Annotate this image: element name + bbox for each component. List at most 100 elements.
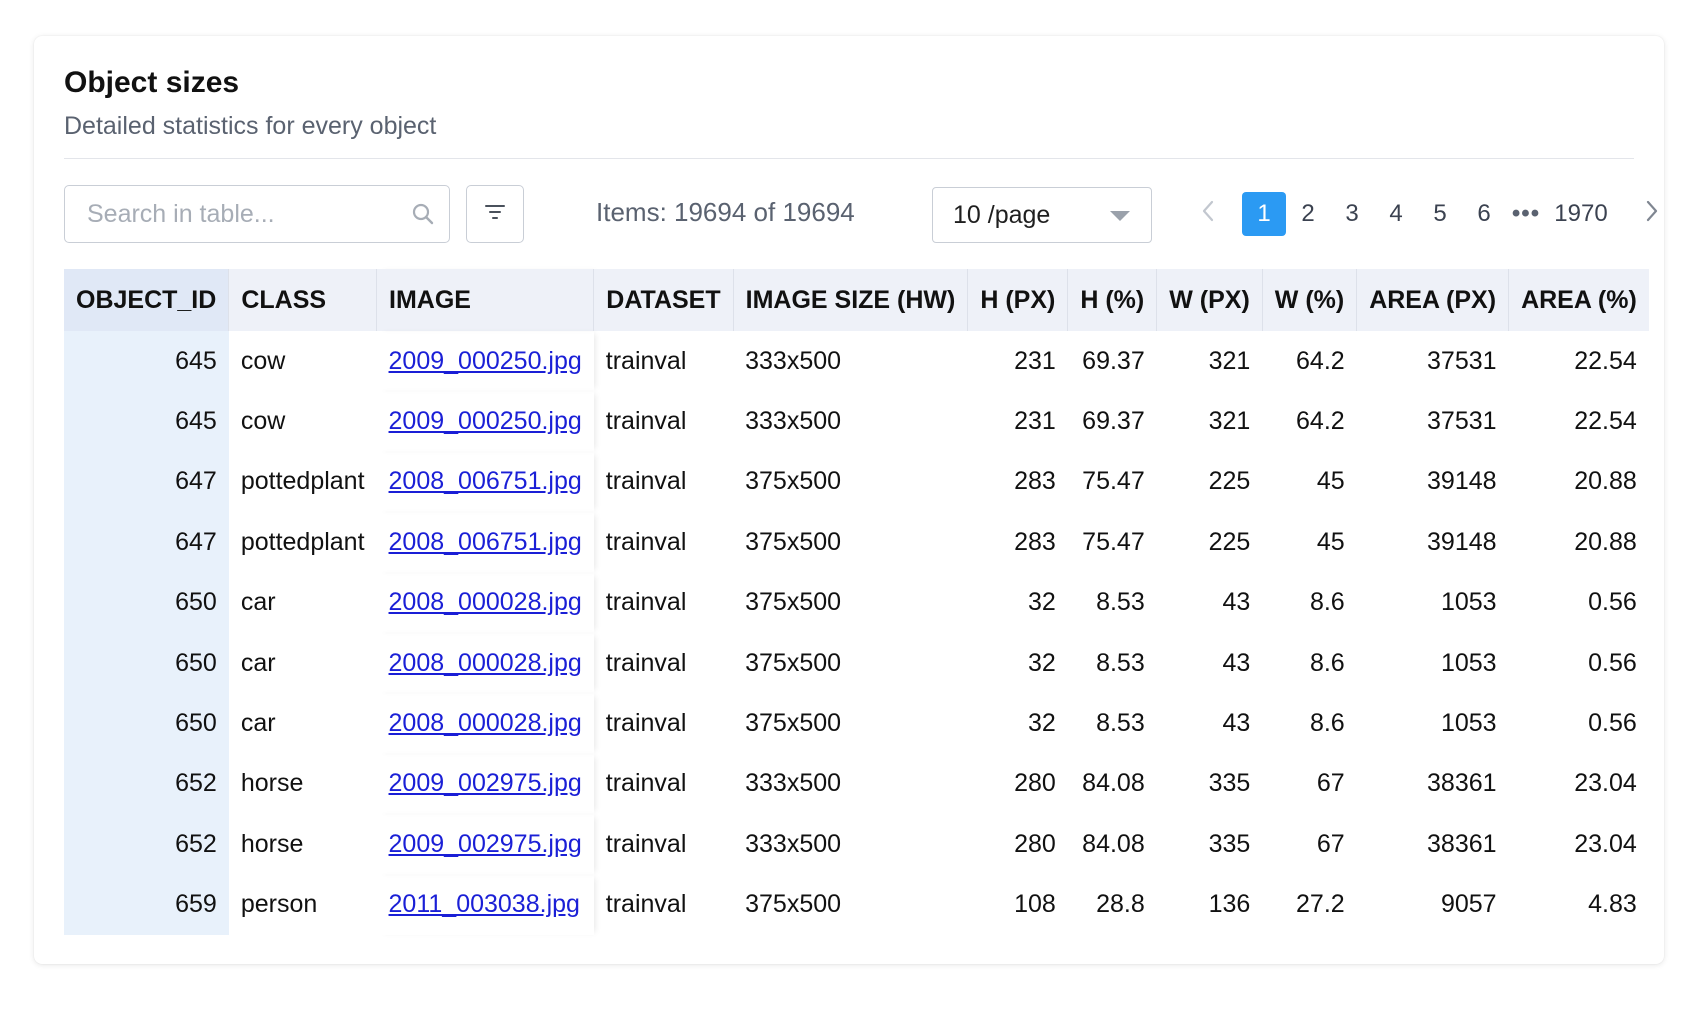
h-px-cell: 231 <box>1014 346 1056 375</box>
w-pct-cell: 64.2 <box>1296 346 1345 375</box>
table-row: 652 horse 2009_002975.jpg trainval 333x500 28… <box>64 814 1649 875</box>
image-cell: 2008_000028.jpg <box>377 693 594 753</box>
h-pct-cell: 8.53 <box>1096 709 1145 738</box>
w-pct-cell: 67 <box>1316 769 1345 798</box>
caret-down-icon <box>1109 201 1131 230</box>
image-link[interactable]: 2009_002975.jpg <box>389 769 582 797</box>
w-px-cell: 321 <box>1208 346 1251 375</box>
area-px-cell: 38361 <box>1427 829 1497 858</box>
column-header-class[interactable]: CLASS <box>228 269 378 331</box>
object-id-cell: 659 <box>64 874 229 935</box>
column-header-h-px[interactable]: H (PX) <box>967 269 1069 331</box>
pagination-ellipsis[interactable]: ••• <box>1506 192 1546 236</box>
dataset-cell: trainval <box>605 527 687 556</box>
page-4-button[interactable]: 4 <box>1374 192 1418 236</box>
image-cell: 2009_002975.jpg <box>377 754 594 814</box>
column-header-object-id[interactable]: OBJECT_ID <box>64 269 230 331</box>
pagination-prev-button[interactable] <box>1186 192 1230 236</box>
h-px-cell: 280 <box>1014 829 1056 858</box>
object-sizes-table: OBJECT_ID CLASS IMAGE DATASET IMAGE SIZE… <box>64 269 1649 935</box>
page-3-button[interactable]: 3 <box>1330 192 1374 236</box>
h-px-cell: 283 <box>1014 527 1056 556</box>
card-title: Object sizes <box>64 66 240 99</box>
table-row: 645 cow 2009_000250.jpg trainval 333x500 231 6… <box>64 331 1649 392</box>
image-link[interactable]: 2008_006751.jpg <box>389 528 582 556</box>
image-link[interactable]: 2009_000250.jpg <box>389 347 582 375</box>
area-pct-cell: 23.04 <box>1574 769 1637 798</box>
h-px-cell: 108 <box>1014 890 1056 919</box>
image-link[interactable]: 2009_000250.jpg <box>389 407 582 435</box>
column-header-w-pct[interactable]: W (%) <box>1262 269 1358 331</box>
w-px-cell: 335 <box>1208 829 1251 858</box>
image-cell: 2008_006751.jpg <box>377 452 594 512</box>
w-px-cell: 335 <box>1208 769 1251 798</box>
column-header-h-pct[interactable]: H (%) <box>1067 269 1158 331</box>
h-px-cell: 231 <box>1014 407 1056 436</box>
image-cell: 2009_000250.jpg <box>377 391 594 451</box>
image-size-cell: 333x500 <box>745 769 842 798</box>
search-box[interactable] <box>64 185 450 243</box>
dataset-cell: trainval <box>605 829 687 858</box>
image-link[interactable]: 2008_000028.jpg <box>389 588 582 616</box>
class-cell: horse <box>240 829 304 858</box>
image-link[interactable]: 2009_002975.jpg <box>389 830 582 858</box>
area-pct-cell: 20.88 <box>1574 467 1637 496</box>
page-size-label: 10 /page <box>953 200 1051 229</box>
column-header-dataset[interactable]: DATASET <box>593 269 734 331</box>
column-header-w-px[interactable]: W (PX) <box>1156 269 1263 331</box>
page-1-button[interactable]: 1 <box>1242 192 1286 236</box>
class-cell: horse <box>240 769 304 798</box>
area-pct-cell: 22.54 <box>1574 346 1637 375</box>
image-size-cell: 333x500 <box>745 407 842 436</box>
dataset-cell: trainval <box>605 769 687 798</box>
filter-button[interactable] <box>466 185 524 243</box>
h-pct-cell: 75.47 <box>1082 527 1145 556</box>
column-header-image[interactable]: IMAGE <box>376 269 595 331</box>
object-id-cell: 650 <box>64 632 229 694</box>
image-cell: 2011_003038.jpg <box>377 875 594 935</box>
page-last-button[interactable]: 1970 <box>1546 192 1616 236</box>
class-cell: car <box>240 709 276 738</box>
h-pct-cell: 69.37 <box>1082 346 1145 375</box>
image-cell: 2008_006751.jpg <box>377 512 594 572</box>
dataset-cell: trainval <box>605 407 687 436</box>
w-pct-cell: 8.6 <box>1309 588 1345 617</box>
page-2-button[interactable]: 2 <box>1286 192 1330 236</box>
chevron-right-icon <box>1645 199 1659 230</box>
w-pct-cell: 45 <box>1316 467 1345 496</box>
image-link[interactable]: 2008_006751.jpg <box>389 467 582 495</box>
page-size-select[interactable]: 10 /page <box>932 187 1152 243</box>
dataset-cell: trainval <box>605 346 687 375</box>
column-header-image-size[interactable]: IMAGE SIZE (HW) <box>733 269 969 331</box>
table-row: 647 pottedplant 2008_006751.jpg trainval 375… <box>64 512 1649 573</box>
items-count: Items: 19694 of 19694 <box>596 197 855 227</box>
area-pct-cell: 4.83 <box>1588 890 1637 919</box>
search-input[interactable] <box>85 198 411 230</box>
h-px-cell: 280 <box>1014 769 1056 798</box>
page-6-button[interactable]: 6 <box>1462 192 1506 236</box>
area-px-cell: 1053 <box>1440 588 1497 617</box>
w-px-cell: 43 <box>1222 648 1251 677</box>
class-cell: cow <box>240 346 286 375</box>
column-header-area-pct[interactable]: AREA (%) <box>1508 269 1649 331</box>
column-header-area-px[interactable]: AREA (PX) <box>1356 269 1510 331</box>
class-cell: car <box>240 588 276 617</box>
h-pct-cell: 84.08 <box>1082 769 1145 798</box>
h-pct-cell: 75.47 <box>1082 467 1145 496</box>
page-5-button[interactable]: 5 <box>1418 192 1462 236</box>
h-px-cell: 32 <box>1028 588 1056 617</box>
w-px-cell: 321 <box>1208 407 1251 436</box>
search-icon[interactable] <box>411 202 435 226</box>
image-link[interactable]: 2011_003038.jpg <box>389 890 580 918</box>
w-pct-cell: 8.6 <box>1309 648 1345 677</box>
chevron-left-icon <box>1201 199 1215 230</box>
image-size-cell: 375x500 <box>745 467 842 496</box>
table-row: 647 pottedplant 2008_006751.jpg trainval 375… <box>64 451 1649 513</box>
image-link[interactable]: 2008_000028.jpg <box>389 709 582 737</box>
area-px-cell: 38361 <box>1427 769 1497 798</box>
image-link[interactable]: 2008_000028.jpg <box>389 649 582 677</box>
w-px-cell: 43 <box>1222 709 1251 738</box>
class-cell: person <box>240 890 318 919</box>
object-id-cell: 650 <box>64 572 229 633</box>
pagination-next-button[interactable] <box>1630 192 1674 236</box>
